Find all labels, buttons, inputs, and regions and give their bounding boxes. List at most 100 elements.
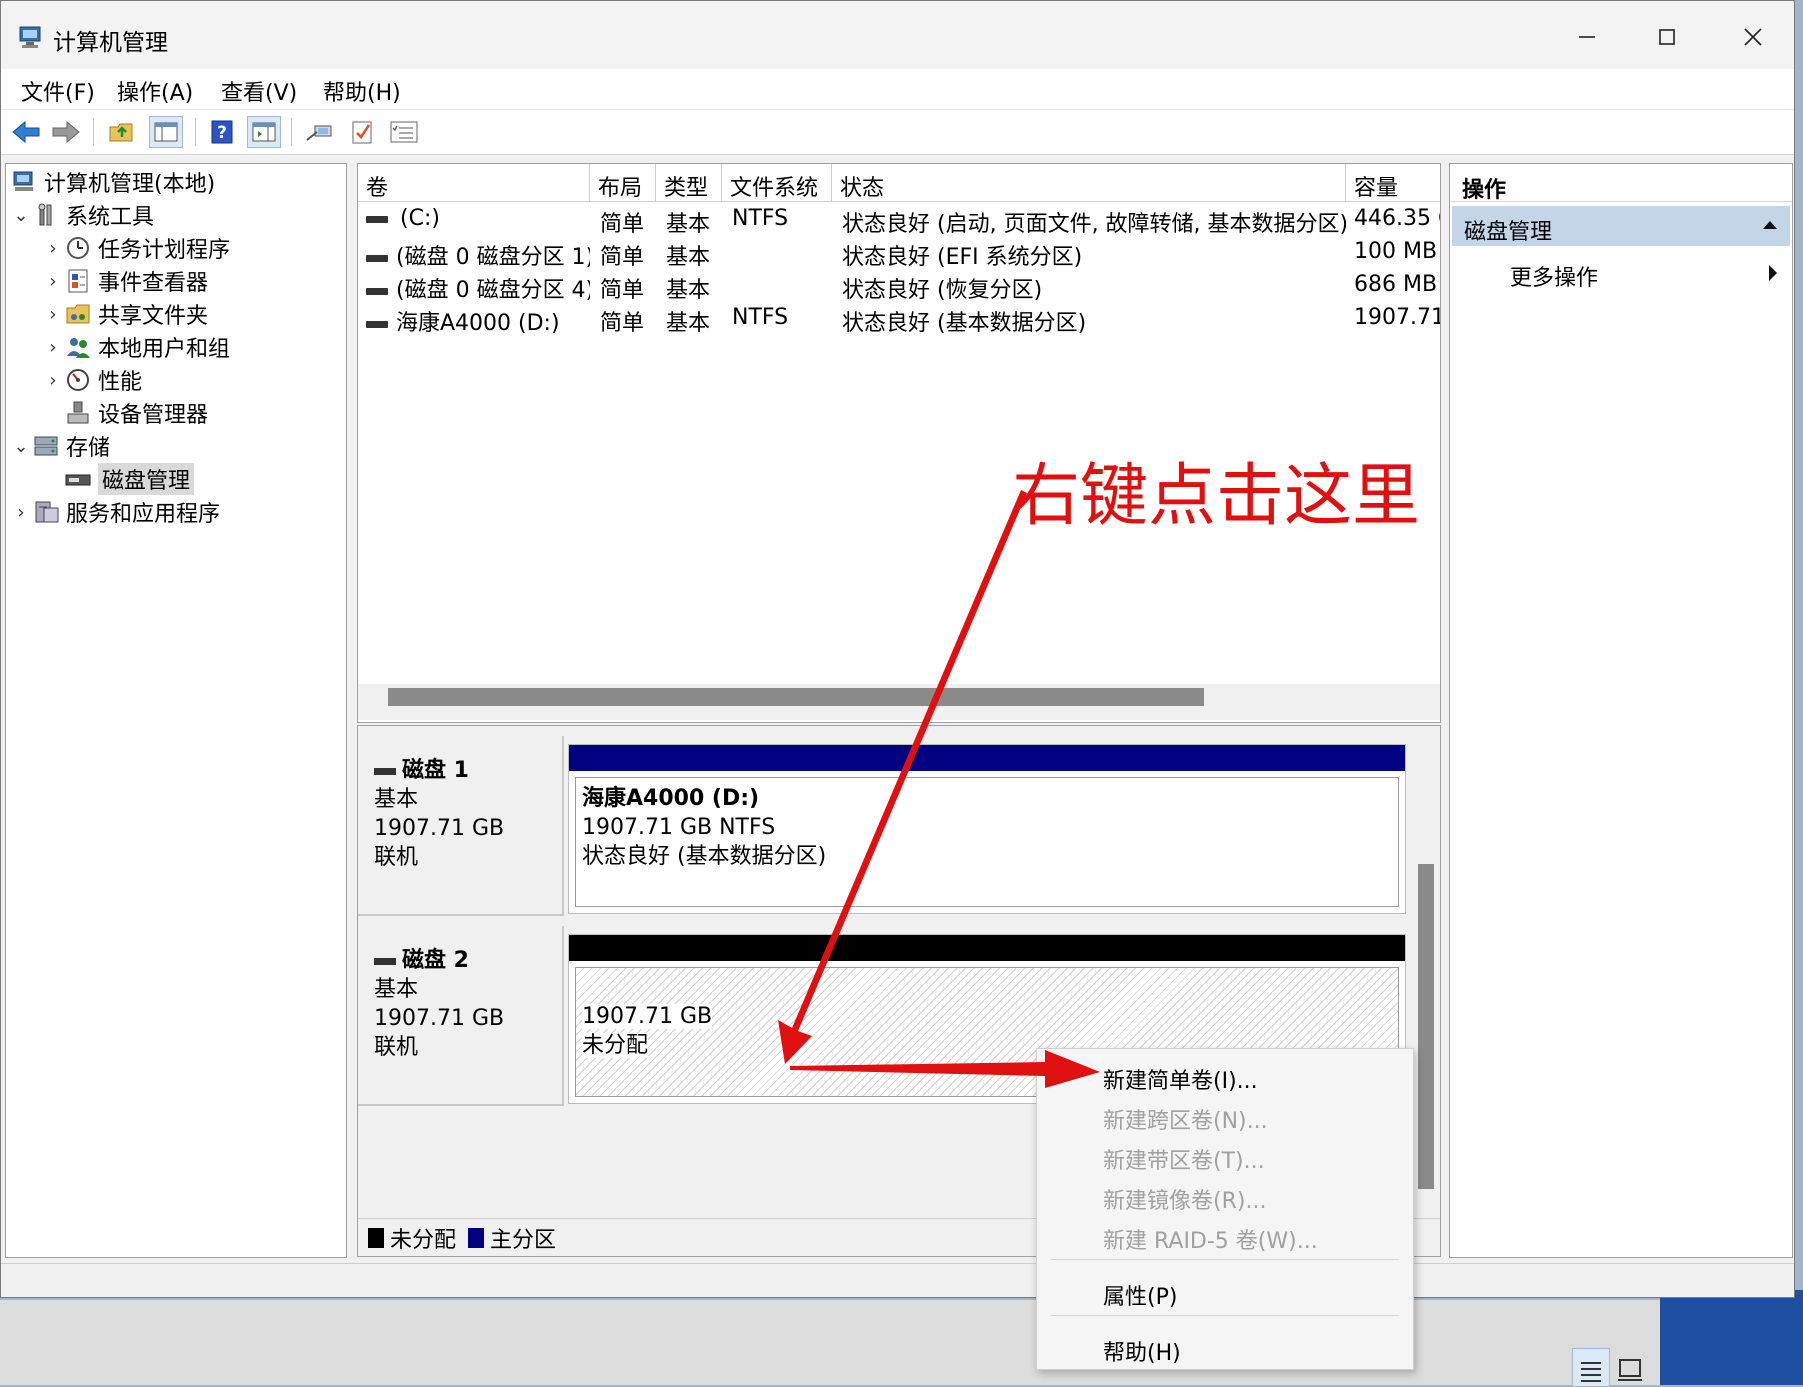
chevron-right-icon[interactable]: › [42, 271, 64, 292]
disk-2-info[interactable]: 磁盘 2 基本 1907.71 GB 联机 [358, 926, 564, 1106]
volume-fs-cell: NTFS [732, 206, 789, 231]
back-icon [12, 120, 40, 144]
volume-name-cell[interactable]: 海康A4000 (D:) [366, 305, 590, 337]
chevron-right-icon[interactable]: › [42, 238, 64, 259]
actions-section-label: 磁盘管理 [1464, 220, 1553, 245]
column-header-capacity[interactable]: 容量 [1346, 164, 1440, 202]
column-header-volume[interactable]: 卷 [358, 164, 590, 202]
column-header-layout[interactable]: 布局 [590, 164, 656, 202]
column-header-type[interactable]: 类型 [656, 164, 722, 202]
show-tree-button[interactable] [149, 116, 183, 148]
checklist-button[interactable] [345, 116, 379, 148]
menu-file[interactable]: 文件(F) [21, 75, 95, 107]
disk-1-info[interactable]: 磁盘 1 基本 1907.71 GB 联机 [358, 736, 564, 916]
chevron-right-icon[interactable]: › [10, 502, 32, 523]
list-button[interactable] [387, 116, 421, 148]
partition-details[interactable]: 海康A4000 (D:) 1907.71 GB NTFS 状态良好 (基本数据分… [575, 777, 1399, 907]
chevron-down-icon[interactable]: ⌄ [10, 205, 32, 226]
menu-item-new-mirrored-volume[interactable]: 新建镜像卷(R)... [1103, 1183, 1266, 1215]
menu-item-new-simple-volume[interactable]: 新建简单卷(I)... [1103, 1063, 1258, 1095]
tree-item-task-scheduler[interactable]: › 任务计划程序 [42, 232, 230, 264]
show-tree-icon [154, 122, 178, 142]
menu-view[interactable]: 查看(V) [221, 75, 297, 107]
tree-item-root[interactable]: 计算机管理(本地) [10, 166, 215, 198]
volume-name-cell[interactable]: (C:) [366, 206, 590, 238]
volume-layout-cell: 简单 [600, 212, 645, 237]
toolbar-separator [291, 118, 292, 146]
close-button[interactable] [1723, 15, 1783, 59]
back-button[interactable] [9, 116, 43, 148]
maximize-button[interactable] [1637, 15, 1697, 59]
menu-item-new-raid5-volume[interactable]: 新建 RAID-5 卷(W)... [1103, 1223, 1318, 1255]
tree-item-local-users[interactable]: › 本地用户和组 [42, 331, 230, 363]
volume-capacity-cell: 686 MB [1354, 272, 1438, 297]
preview-view-icon[interactable] [1612, 1348, 1648, 1385]
chevron-right-icon[interactable]: › [42, 370, 64, 391]
volume-status-cell: 状态良好 (启动, 页面文件, 故障转储, 基本数据分区) [842, 212, 1346, 237]
help-icon: ? [211, 120, 233, 144]
event-log-icon [64, 268, 92, 294]
partition-status: 状态良好 (基本数据分区) [582, 844, 827, 869]
menu-help[interactable]: 帮助(H) [323, 75, 401, 107]
details-view-icon[interactable] [1572, 1348, 1610, 1387]
volume-type-cell: 基本 [666, 245, 711, 270]
tree-item-disk-management[interactable]: 磁盘管理 [64, 463, 195, 495]
chevron-right-icon[interactable]: › [42, 304, 64, 325]
tree-item-performance[interactable]: › 性能 [42, 364, 142, 396]
close-icon [1744, 28, 1762, 46]
minimize-icon [1579, 36, 1595, 38]
disk-name: 磁盘 1 [374, 756, 562, 785]
desktop-wallpaper [1660, 1290, 1803, 1385]
chevron-down-icon[interactable]: ⌄ [10, 436, 32, 457]
collapse-up-icon[interactable] [1762, 220, 1778, 230]
up-folder-button[interactable] [105, 116, 139, 148]
tools-icon [32, 202, 60, 228]
menu-separator [1051, 1259, 1399, 1260]
horizontal-scrollbar-thumb[interactable] [388, 688, 1204, 706]
chevron-right-icon[interactable]: › [42, 337, 64, 358]
tree-item-event-viewer[interactable]: › 事件查看器 [42, 265, 208, 297]
checklist-icon [352, 121, 372, 144]
forward-button[interactable] [49, 116, 83, 148]
menu-item-properties[interactable]: 属性(P) [1103, 1279, 1177, 1311]
column-header-status[interactable]: 状态 [832, 164, 1346, 202]
tree-item-label: 事件查看器 [98, 271, 209, 296]
menu-action[interactable]: 操作(A) [117, 75, 193, 107]
status-bar [1, 1263, 1794, 1297]
title-bar: 计算机管理 [1, 1, 1794, 69]
tree-item-storage[interactable]: ⌄ 存储 [10, 430, 110, 462]
help-button[interactable]: ? [205, 116, 239, 148]
actions-section-disk-management[interactable]: 磁盘管理 [1452, 206, 1790, 246]
disk-1-partition[interactable]: 海康A4000 (D:) 1907.71 GB NTFS 状态良好 (基本数据分… [568, 744, 1406, 914]
svg-text:?: ? [217, 123, 227, 143]
volume-name-cell[interactable]: (磁盘 0 磁盘分区 1) [366, 239, 590, 271]
disk-icon [374, 957, 396, 965]
volume-layout-cell: 简单 [600, 245, 645, 270]
menu-item-new-spanned-volume[interactable]: 新建跨区卷(N)... [1103, 1103, 1268, 1135]
properties-button[interactable] [247, 116, 281, 148]
tree-item-label: 存储 [66, 436, 111, 461]
drive-icon [366, 215, 388, 223]
volume-capacity-cell: 446.35 G [1354, 206, 1440, 231]
tree-item-label: 服务和应用程序 [66, 502, 221, 527]
minimize-button[interactable] [1557, 15, 1617, 59]
context-menu: 新建简单卷(I)... 新建跨区卷(N)... 新建带区卷(T)... 新建镜像… [1036, 1048, 1414, 1370]
tree-item-label: 任务计划程序 [98, 238, 231, 263]
tree-item-shared-folders[interactable]: › 共享文件夹 [42, 298, 208, 330]
volume-layout-cell: 简单 [600, 311, 645, 336]
menu-item-help[interactable]: 帮助(H) [1103, 1335, 1181, 1367]
column-header-filesystem[interactable]: 文件系统 [722, 164, 832, 202]
menu-item-new-striped-volume[interactable]: 新建带区卷(T)... [1103, 1143, 1265, 1175]
device-manager-icon [64, 400, 92, 426]
tree-item-system-tools[interactable]: ⌄ 系统工具 [10, 199, 154, 231]
volume-fs-cell: NTFS [732, 305, 789, 330]
vertical-scrollbar-thumb[interactable] [1418, 864, 1434, 1189]
volume-type-cell: 基本 [666, 311, 711, 336]
tree-item-services[interactable]: › 服务和应用程序 [10, 496, 220, 528]
more-actions-item[interactable]: 更多操作 [1510, 260, 1598, 292]
volume-name-cell[interactable]: (磁盘 0 磁盘分区 4) [366, 272, 590, 304]
connect-button[interactable] [303, 116, 337, 148]
annotation-label: 右键点击这里 [1012, 457, 1421, 536]
tree-item-device-manager[interactable]: 设备管理器 [64, 397, 208, 429]
services-icon [32, 499, 60, 525]
